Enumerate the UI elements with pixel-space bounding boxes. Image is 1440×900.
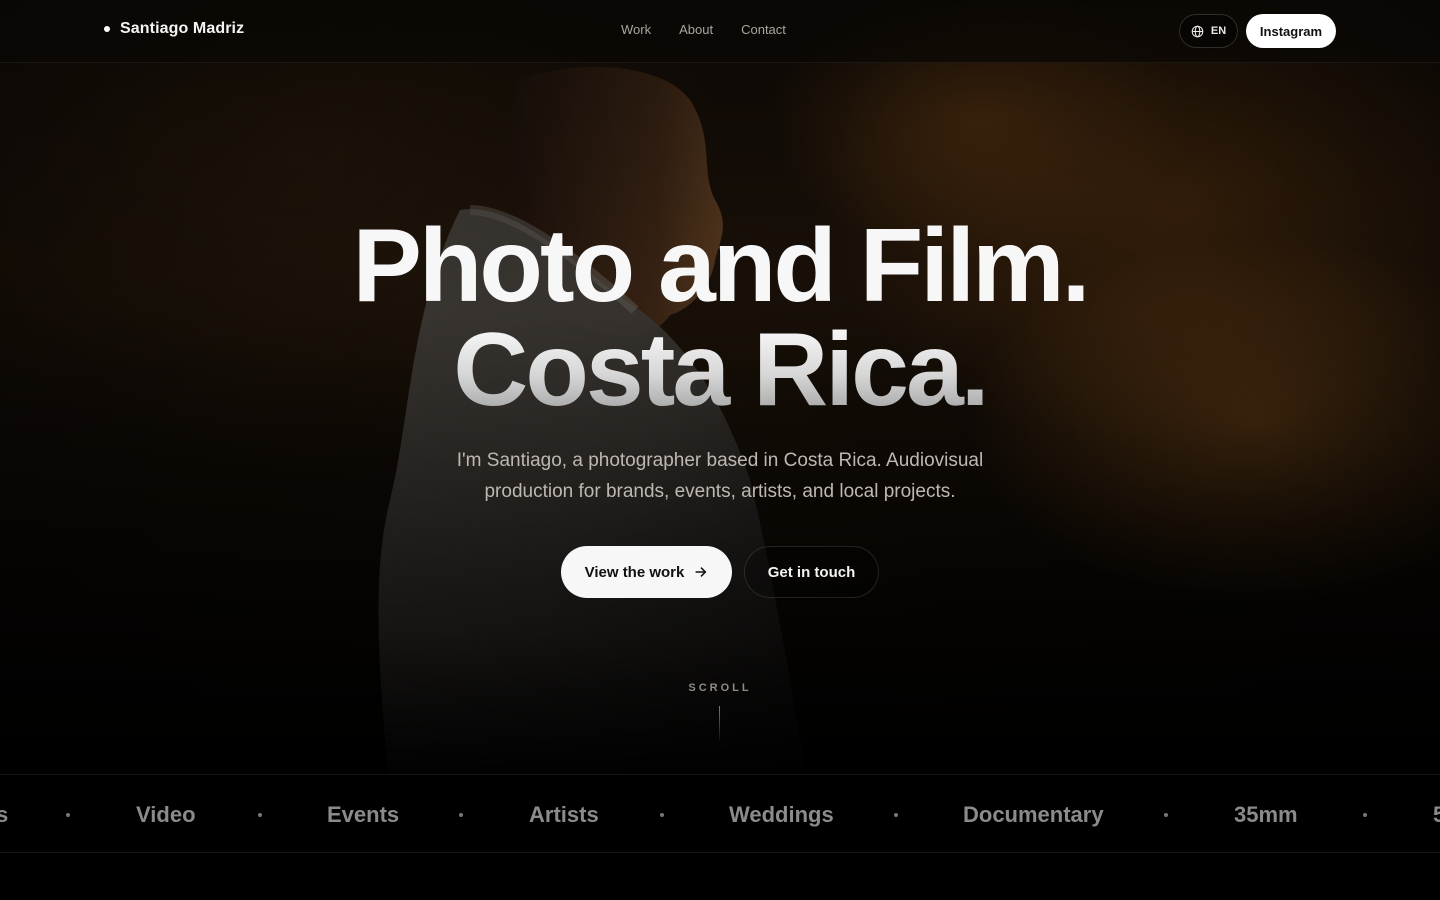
marquee-item: 5: [1433, 802, 1440, 828]
headline-line-1: Photo and Film.: [352, 208, 1091, 324]
hero-headline: Photo and Film. Costa Rica.: [0, 214, 1440, 422]
nav-link-about[interactable]: About: [679, 22, 713, 37]
page: Santiago Madriz Work About Contact EN In…: [0, 0, 1440, 900]
get-in-touch-button[interactable]: Get in touch: [744, 546, 879, 598]
marquee-separator-dot: [660, 813, 664, 817]
marquee-item: Weddings: [729, 802, 834, 827]
top-navigation-bar: Santiago Madriz Work About Contact EN In…: [0, 0, 1440, 63]
marquee-separator-dot: [66, 813, 70, 817]
services-marquee: s Video Events Artists Weddings Documentary 35…: [0, 774, 1440, 853]
marquee-item: Events: [327, 802, 400, 827]
marquee-track: s Video Events Artists Weddings Documentary 35…: [0, 775, 1440, 852]
brand-logo[interactable]: Santiago Madriz: [104, 20, 244, 38]
view-work-button[interactable]: View the work: [561, 546, 732, 598]
marquee-item: Video: [136, 802, 196, 827]
marquee-separator-dot: [1164, 813, 1168, 817]
marquee-separator-dot: [258, 813, 262, 817]
marquee-item: Documentary: [963, 802, 1104, 827]
scroll-indicator-label: SCROLL: [688, 682, 752, 694]
nav-link-work[interactable]: Work: [621, 22, 651, 37]
scroll-indicator-line: [719, 706, 720, 740]
marquee-item: Artists: [529, 802, 599, 827]
instagram-button[interactable]: Instagram: [1246, 14, 1336, 48]
brand-name: Santiago Madriz: [120, 20, 245, 37]
nav-link-contact[interactable]: Contact: [741, 22, 786, 37]
marquee-item: 35mm: [1234, 802, 1298, 827]
marquee-separator-dot: [894, 813, 898, 817]
headline-line-2: Costa Rica.: [0, 318, 1440, 422]
dot-icon: [104, 26, 110, 32]
hero-subtitle: I'm Santiago, a photographer based in Co…: [456, 450, 984, 502]
nav-links: Work About Contact: [621, 22, 786, 37]
language-label: EN: [1210, 25, 1227, 37]
marquee-item: s: [0, 802, 8, 828]
language-switcher-button[interactable]: EN: [1179, 14, 1238, 48]
view-work-label: View the work: [584, 563, 685, 581]
globe-icon: [1191, 25, 1204, 37]
marquee-separator-dot: [1363, 813, 1367, 817]
marquee-separator-dot: [459, 813, 463, 817]
arrow-right-icon: [695, 567, 707, 577]
